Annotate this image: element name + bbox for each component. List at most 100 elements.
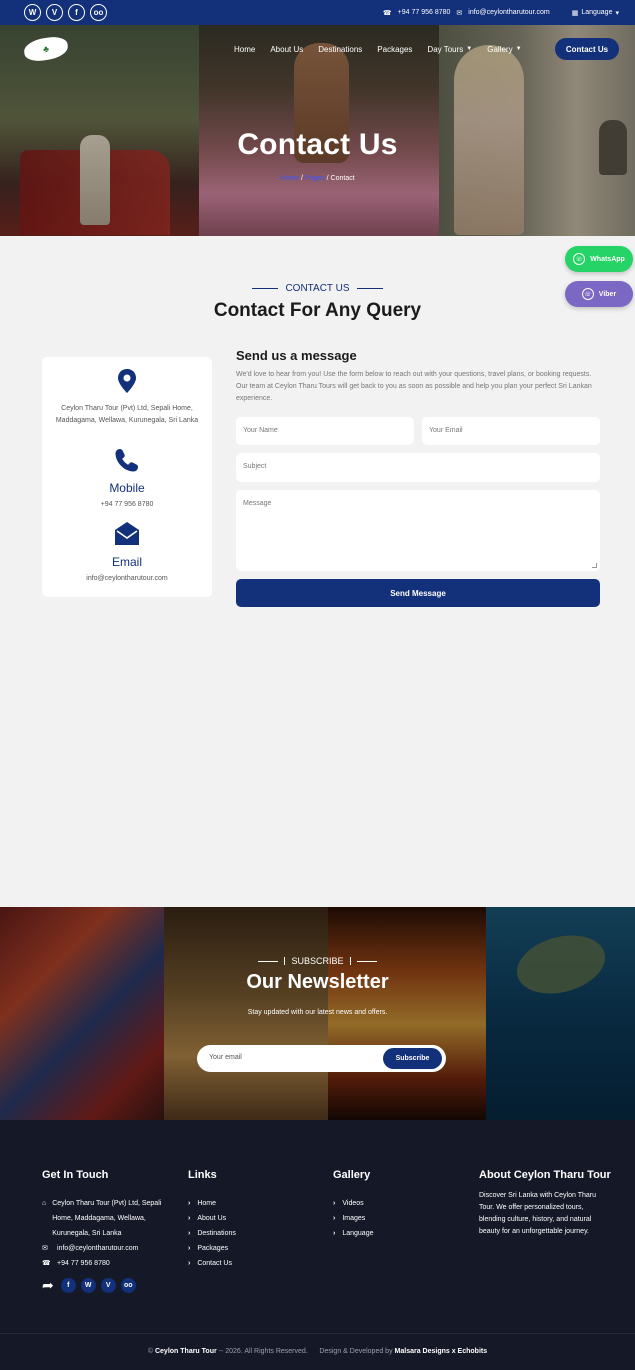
chevron-down-icon: ▾ — [615, 9, 619, 17]
newsletter-kicker: SUBSCRIBE — [0, 956, 635, 966]
send-message-button[interactable]: Send Message — [236, 579, 600, 607]
map-pin-icon — [118, 369, 136, 393]
section-title: Contact For Any Query — [213, 300, 422, 321]
footer-about: About Ceylon Tharu Tour Discover Sri Lan… — [479, 1168, 614, 1238]
chevron-right-icon: › — [188, 1200, 191, 1207]
footer-link-home[interactable]: › Home — [188, 1196, 308, 1211]
whatsapp-icon[interactable]: W — [80, 1278, 96, 1293]
chevron-right-icon: › — [188, 1245, 191, 1252]
chevron-right-icon: › — [333, 1200, 336, 1207]
footer-link-about[interactable]: › About Us — [188, 1211, 308, 1226]
footer-link-videos[interactable]: › Videos — [333, 1196, 453, 1211]
copyright-brand[interactable]: Ceylon Tharu Tour — [155, 1348, 217, 1355]
footer-about-title: About Ceylon Tharu Tour — [479, 1169, 611, 1181]
facebook-icon[interactable]: f — [60, 1278, 76, 1293]
footer-links: Links › Home › About Us › Destinations › Pac… — [188, 1168, 308, 1271]
home-icon: ⌂ — [42, 1200, 47, 1207]
footer-links-title: Links — [188, 1169, 217, 1181]
viber-icon[interactable]: V — [46, 4, 63, 21]
envelope-icon: ✉ — [456, 9, 463, 17]
footer-phone[interactable]: +94 77 956 8780 — [57, 1256, 110, 1271]
top-phone[interactable]: +94 77 956 8780 — [398, 9, 451, 16]
footer-about-text: Discover Sri Lanka with Ceylon Tharu Tou… — [479, 1192, 596, 1235]
nav-packages[interactable]: Packages — [377, 45, 412, 54]
footer-link-language[interactable]: › Language — [333, 1226, 453, 1241]
email-heading: Email — [111, 555, 142, 569]
top-email[interactable]: info@ceylontharutour.com — [468, 9, 549, 16]
whatsapp-icon: ☏ — [573, 253, 586, 265]
flag-icon: ▦ — [571, 9, 579, 17]
footer-social: ➦ f W V oo — [42, 1277, 177, 1294]
chevron-right-icon: › — [333, 1230, 336, 1237]
footer-link-destinations[interactable]: › Destinations — [188, 1226, 308, 1241]
footer-email[interactable]: info@ceylontharutour.com — [57, 1241, 138, 1256]
email-input[interactable]: Your Email — [422, 417, 600, 445]
language-label: Language — [581, 9, 613, 16]
chevron-right-icon: › — [333, 1215, 336, 1222]
breadcrumb: Home / Pages / Contact — [280, 175, 355, 182]
newsletter-section: SUBSCRIBE Our Newsletter Stay updated wi… — [0, 907, 635, 1120]
main-nav: Home About Us Destinations Packages Day … — [234, 38, 522, 60]
tripadvisor-icon[interactable]: oo — [120, 1278, 136, 1293]
form-description: We'd love to hear from you! Use the form… — [236, 371, 592, 402]
footer-gallery: Gallery › Videos › Images › Language — [333, 1168, 453, 1241]
name-input[interactable]: Your Name — [236, 417, 414, 445]
whatsapp-icon[interactable]: W — [24, 4, 41, 21]
credit-brand[interactable]: Malsara Designs x Echobits — [395, 1348, 488, 1355]
breadcrumb-current: Contact — [330, 175, 355, 182]
contact-us-button[interactable]: Contact Us — [555, 38, 619, 60]
whatsapp-float-button[interactable]: ☏ WhatsApp — [565, 246, 633, 272]
chevron-down-icon: ▼ — [466, 46, 473, 52]
mobile-value[interactable]: +94 77 956 8780 — [42, 501, 212, 508]
footer-link-packages[interactable]: › Packages — [188, 1241, 308, 1256]
nav-about[interactable]: About Us — [270, 45, 303, 54]
phone-icon: ☎ — [42, 1260, 51, 1267]
share-icon: ➦ — [42, 1277, 54, 1293]
mobile-heading: Mobile — [109, 481, 145, 495]
page-title: Contact Us — [237, 128, 398, 161]
top-contact-info: ☎ +94 77 956 8780 ✉ info@ceylontharutour… — [383, 9, 619, 17]
chevron-right-icon: › — [188, 1215, 191, 1222]
phone-icon: ☎ — [382, 9, 392, 17]
top-social-links: W V f oo — [24, 4, 107, 21]
palm-logo-icon: ♣ — [42, 43, 50, 55]
nav-day-tours[interactable]: Day Tours ▼ — [427, 45, 472, 54]
envelope-open-icon — [115, 522, 139, 545]
site-footer: Get In Touch ⌂ Ceylon Tharu Tour (Pvt) Lt… — [0, 1120, 635, 1370]
copyright-icon: © — [147, 1348, 154, 1355]
footer-link-contact[interactable]: › Contact Us — [188, 1256, 308, 1271]
chevron-down-icon: ▼ — [515, 46, 522, 52]
footer-contact: Get In Touch ⌂ Ceylon Tharu Tour (Pvt) Lt… — [42, 1168, 177, 1294]
credit-text: Design & Developed by — [319, 1348, 395, 1355]
phone-icon — [115, 449, 138, 472]
viber-icon[interactable]: V — [100, 1278, 116, 1293]
contact-info-card: Ceylon Tharu Tour (Pvt) Ltd, Sepali Home… — [42, 357, 212, 597]
footer-gallery-title: Gallery — [333, 1169, 371, 1181]
chevron-right-icon: › — [188, 1230, 191, 1237]
form-title: Send us a message — [236, 348, 357, 363]
footer-address: Ceylon Tharu Tour (Pvt) Ltd, Sepali Home… — [52, 1200, 162, 1237]
language-selector[interactable]: ▦ Language ▾ — [572, 9, 619, 17]
footer-link-images[interactable]: › Images — [333, 1211, 453, 1226]
top-bar: W V f oo ☎ +94 77 956 8780 ✉ info@ceylon… — [0, 0, 635, 25]
copyright-bar: © Ceylon Tharu Tour -- 2026. All Rights … — [0, 1333, 635, 1355]
breadcrumb-pages[interactable]: Pages — [305, 175, 325, 182]
resize-handle[interactable] — [592, 563, 597, 568]
address-text: Ceylon Tharu Tour (Pvt) Ltd, Sepali Home… — [55, 405, 199, 424]
footer-contact-title: Get In Touch — [42, 1169, 109, 1181]
facebook-icon[interactable]: f — [68, 4, 85, 21]
chevron-right-icon: › — [188, 1260, 191, 1267]
section-kicker: CONTACT US — [0, 283, 635, 294]
tripadvisor-icon[interactable]: oo — [90, 4, 107, 21]
nav-destinations[interactable]: Destinations — [318, 45, 362, 54]
envelope-icon: ✉ — [42, 1245, 48, 1252]
message-textarea[interactable]: Message — [236, 490, 600, 571]
breadcrumb-home[interactable]: Home — [280, 175, 299, 182]
email-value[interactable]: info@ceylontharutour.com — [42, 575, 212, 582]
subject-input[interactable]: Subject — [236, 453, 600, 482]
newsletter-subtitle: Stay updated with our latest news and of… — [247, 1009, 388, 1016]
subscribe-button[interactable]: Subscribe — [383, 1048, 442, 1069]
nav-gallery[interactable]: Gallery ▼ — [487, 45, 521, 54]
nav-home[interactable]: Home — [234, 45, 255, 54]
newsletter-title: Our Newsletter — [246, 971, 389, 993]
